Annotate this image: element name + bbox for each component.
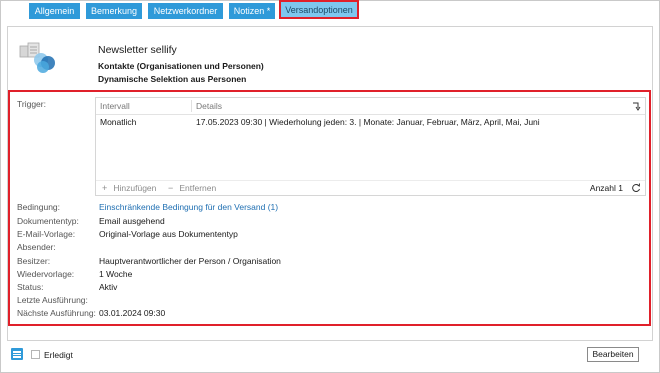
menu-icon[interactable]: [11, 348, 23, 360]
field-label-wiedervorlage: Wiedervorlage:: [17, 269, 75, 279]
field-label-letzte-ausfuehrung: Letzte Ausführung:: [17, 295, 88, 305]
field-label-besitzer: Besitzer:: [17, 256, 51, 266]
field-label-email-vorlage: E-Mail-Vorlage:: [17, 229, 76, 239]
tab-notizen[interactable]: Notizen *: [229, 3, 275, 19]
row-count: Anzahl 1: [589, 183, 623, 193]
grid-header: Intervall Details: [96, 98, 645, 115]
field-label-absender: Absender:: [17, 242, 56, 252]
page-subtitle-contacts: Kontakte (Organisationen und Personen): [98, 61, 264, 71]
field-value-dokumententyp: Email ausgehend: [99, 216, 165, 226]
grid-footer: + Hinzufügen − Entfernen Anzahl 1: [96, 180, 645, 196]
page-title: Newsletter sellify: [98, 44, 177, 56]
add-button[interactable]: + Hinzufügen: [102, 183, 156, 193]
remove-label: Entfernen: [179, 183, 217, 193]
remove-button[interactable]: − Entfernen: [168, 183, 216, 193]
field-label-bedingung: Bedingung:: [17, 202, 61, 212]
minus-icon: −: [168, 183, 174, 193]
add-label: Hinzufügen: [113, 183, 157, 193]
page-subtitle-selection: Dynamische Selektion aus Personen: [98, 74, 247, 84]
field-value-naechste-ausfuehrung: 03.01.2024 09:30: [99, 308, 166, 318]
tab-versandoptionen[interactable]: Versandoptionen: [279, 0, 359, 19]
cell-details: 17.05.2023 09:30 | Wiederholung jeden: 3…: [196, 117, 540, 127]
field-label-dokumententyp: Dokumententyp:: [17, 216, 79, 226]
field-value-besitzer: Hauptverantwortlicher der Person / Organ…: [99, 256, 281, 266]
column-chooser-icon[interactable]: [631, 100, 641, 112]
field-value-wiedervorlage: 1 Woche: [99, 269, 133, 279]
cell-interval: Monatlich: [100, 117, 137, 127]
tab-netzwerkordner[interactable]: Netzwerkordner: [148, 3, 223, 19]
column-details[interactable]: Details: [196, 101, 222, 111]
column-separator: [191, 100, 192, 112]
tab-bemerkung[interactable]: Bemerkung: [86, 3, 142, 19]
newsletter-icon: [18, 40, 58, 74]
field-value-email-vorlage: Original-Vorlage aus Dokumententyp: [99, 229, 238, 239]
edit-button[interactable]: Bearbeiten: [587, 347, 639, 362]
column-intervall[interactable]: Intervall: [100, 101, 130, 111]
done-label: Erledigt: [44, 350, 73, 360]
field-value-status: Aktiv: [99, 282, 118, 292]
refresh-icon[interactable]: [631, 183, 641, 193]
done-checkbox[interactable]: [31, 350, 40, 359]
trigger-grid[interactable]: Intervall Details Monatlich 17.05.2023 0…: [95, 97, 646, 196]
field-label-status: Status:: [17, 282, 44, 292]
table-row[interactable]: Monatlich 17.05.2023 09:30 | Wiederholun…: [96, 115, 629, 130]
field-label-naechste-ausfuehrung: Nächste Ausführung:: [17, 308, 96, 318]
plus-icon: +: [102, 183, 108, 193]
trigger-label: Trigger:: [17, 99, 46, 109]
tab-allgemein[interactable]: Allgemein: [29, 3, 80, 19]
condition-link[interactable]: Einschränkende Bedingung für den Versand…: [99, 202, 278, 212]
